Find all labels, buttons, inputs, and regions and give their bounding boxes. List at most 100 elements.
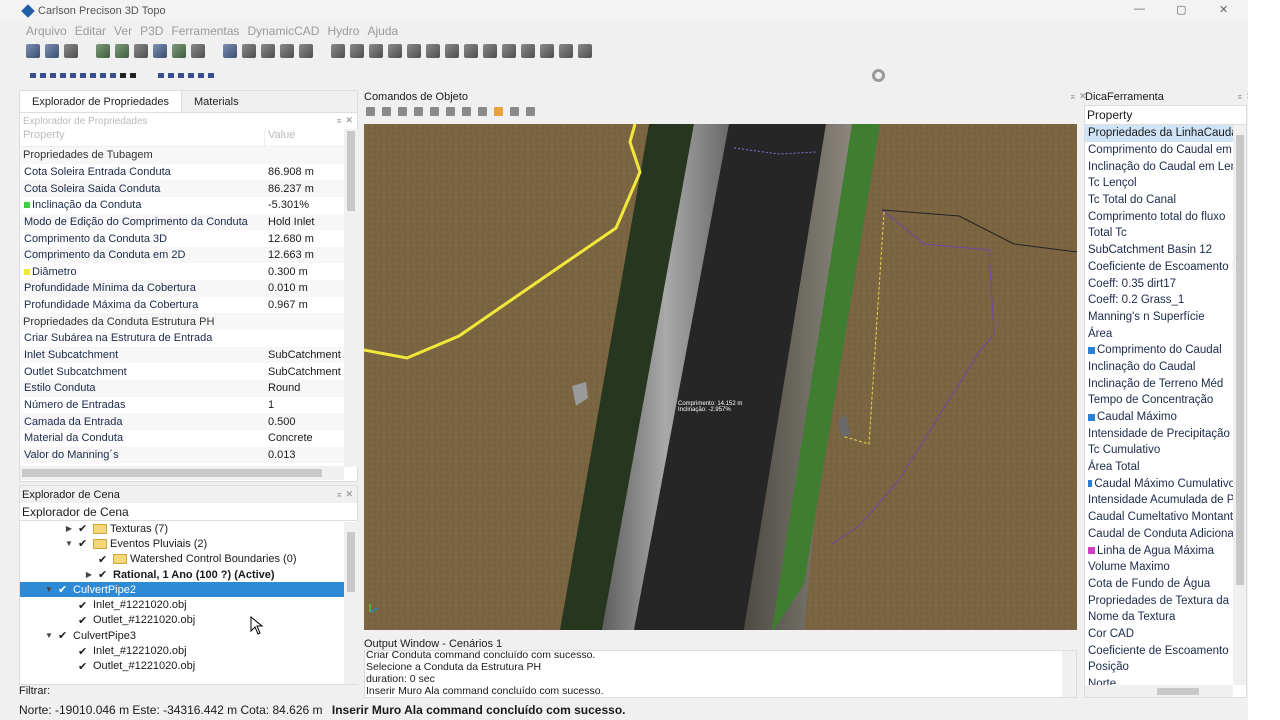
tooltip-property-row[interactable]: Nome da Textura (1085, 609, 1235, 626)
property-value[interactable]: Hold Inlet (263, 216, 341, 228)
tooltip-property-row[interactable]: Propriedades da LinhaCaudal (1085, 125, 1235, 142)
property-row[interactable]: Número de Entradas 1 (20, 397, 357, 414)
surface-edit-icon[interactable] (45, 44, 59, 58)
property-row[interactable]: Cota Soleira Entrada Conduta 86.908 m (20, 164, 357, 181)
expand-toggle-icon[interactable]: ▶ (64, 524, 74, 533)
maximize-button[interactable]: ▢ (1176, 3, 1186, 16)
property-horizontal-scrollbar[interactable] (20, 466, 344, 480)
snap-mid-icon[interactable] (50, 72, 56, 78)
expand-toggle-icon[interactable]: ▼ (44, 631, 54, 640)
tooltip-property-row[interactable]: Intensidade de Precipitação (1085, 425, 1235, 442)
expand-toggle-icon[interactable]: ▼ (44, 585, 54, 594)
visibility-checkbox[interactable]: ✔ (78, 537, 90, 550)
triangle-icon[interactable] (280, 44, 294, 58)
catchment-icon[interactable] (502, 44, 516, 58)
tooltip-property-row[interactable]: Coeficiente de Escoamento I (1085, 259, 1235, 276)
ortho-icon[interactable] (158, 72, 164, 78)
tooltip-property-row[interactable]: Tc Cumulativo (1085, 442, 1235, 459)
scene-tree-item[interactable]: ✔ Inlet_#1221020.obj (20, 643, 357, 658)
wingwall-icon[interactable] (445, 44, 459, 58)
property-value[interactable]: 0.500 (263, 416, 341, 428)
snap-intersect-icon[interactable] (70, 72, 76, 78)
view-tool-icon[interactable] (398, 106, 407, 116)
help-icon[interactable] (369, 44, 383, 58)
select-tool-icon[interactable] (366, 106, 375, 116)
tooltip-property-row[interactable]: Coeff: 0.2 Grass_1 (1085, 292, 1235, 309)
section-icon[interactable] (242, 44, 256, 58)
track-icon[interactable] (188, 72, 194, 78)
property-value[interactable]: -5.301% (263, 199, 341, 211)
property-row[interactable]: Comprimento da Conduta 3D 12.680 m (20, 230, 357, 247)
measure-icon[interactable] (191, 44, 205, 58)
snap-perp-icon[interactable] (80, 72, 86, 78)
tooltip-property-row[interactable]: Caudal Máximo Cumulativo (1085, 475, 1235, 492)
property-value[interactable]: 12.680 m (263, 233, 341, 245)
slope-icon[interactable] (115, 44, 129, 58)
scene-tree-item[interactable]: ▶ ✔ Texturas (7) (20, 521, 357, 536)
grid-icon[interactable] (153, 44, 167, 58)
tooltip-property-row[interactable]: Cota de Fundo de Água (1085, 576, 1235, 593)
tooltip-property-row[interactable]: Intensidade Acumulada de Pr (1085, 492, 1235, 509)
tooltip-vertical-scrollbar[interactable] (1233, 125, 1246, 685)
tooltip-property-row[interactable]: Tc Lençol (1085, 175, 1235, 192)
visibility-checkbox[interactable]: ✔ (58, 629, 70, 642)
close-button[interactable]: ✕ (1219, 3, 1228, 16)
tooltip-property-row[interactable]: Coeficiente de Escoamento (1085, 642, 1235, 659)
tooltip-property-row[interactable]: Volume Maximo (1085, 559, 1235, 576)
property-value[interactable]: 12.663 m (263, 249, 341, 261)
volume-icon[interactable] (261, 44, 275, 58)
expand-toggle-icon[interactable]: ▶ (84, 570, 94, 579)
minimize-button[interactable]: — (1134, 3, 1145, 15)
property-value[interactable]: SubCatchment (263, 349, 341, 361)
target-icon[interactable] (64, 44, 78, 58)
expand-toggle-icon[interactable]: ▼ (64, 539, 74, 548)
property-vertical-scrollbar[interactable] (344, 129, 358, 467)
profile-chart-icon[interactable] (223, 44, 237, 58)
property-row[interactable]: Profundidade Máxima da Cobertura 0.967 m (20, 297, 357, 314)
snap-near-icon[interactable] (90, 72, 96, 78)
export-icon[interactable] (578, 44, 592, 58)
menu-ajuda[interactable]: Ajuda (367, 24, 398, 38)
report-icon[interactable] (540, 44, 554, 58)
dyn-icon[interactable] (198, 72, 204, 78)
snap-end-icon[interactable] (40, 72, 46, 78)
property-value[interactable]: 86.908 m (263, 166, 341, 178)
property-row[interactable]: Modo de Edição do Comprimento da Conduta… (20, 213, 357, 231)
tooltip-horizontal-scrollbar[interactable] (1085, 685, 1233, 697)
snap-center-icon[interactable] (100, 72, 106, 78)
search-tool-icon[interactable] (526, 106, 535, 116)
orbit-tool-icon[interactable] (462, 106, 471, 116)
terrain-icon[interactable] (134, 44, 148, 58)
snap-tangent-icon[interactable] (110, 72, 116, 78)
property-value[interactable]: 0.967 m (263, 299, 341, 311)
visibility-checkbox[interactable]: ✔ (78, 645, 90, 658)
flow-icon[interactable] (483, 44, 497, 58)
snap-ext-icon[interactable] (130, 72, 136, 78)
scene-tree-item[interactable]: ▶ ✔ Rational, 1 Ano (100 ?) (Active) (20, 567, 357, 582)
surface-tool-icon[interactable] (26, 44, 40, 58)
polar-icon[interactable] (168, 72, 174, 78)
tab-materials[interactable]: Materials (182, 91, 251, 112)
scene-tree-item[interactable]: ▼ ✔ Eventos Pluviais (2) (20, 536, 357, 551)
property-row[interactable]: Diâmetro 0.300 m (20, 263, 357, 280)
menu-p3d[interactable]: P3D (140, 24, 163, 38)
property-row[interactable]: Inlet Subcatchment SubCatchment (20, 346, 357, 364)
snap-node-icon[interactable] (60, 72, 66, 78)
tooltip-property-row[interactable]: Área Total (1085, 459, 1235, 476)
pin-icon[interactable]: ⌅ ✕ (335, 489, 353, 500)
snap-quad-icon[interactable] (120, 72, 126, 78)
property-value[interactable]: 0.300 m (263, 266, 341, 278)
visibility-checkbox[interactable]: ✔ (98, 553, 110, 566)
settings-tool-icon[interactable] (510, 106, 519, 116)
property-value[interactable]: 1 (263, 399, 341, 411)
property-row[interactable]: Estilo Conduta Round (20, 379, 357, 397)
filter-input[interactable] (54, 685, 335, 697)
property-row[interactable]: Inclinação da Conduta -5.301% (20, 197, 357, 214)
output-scrollbar[interactable] (1062, 651, 1076, 697)
property-section-row[interactable]: Propriedades de Tubagem (20, 147, 357, 164)
lwt-icon[interactable] (208, 72, 214, 78)
property-section-row[interactable]: Propriedades da Conduta Estrutura PH (20, 313, 357, 331)
tooltip-property-row[interactable]: Comprimento do Caudal em (1085, 142, 1235, 159)
channel-icon[interactable] (464, 44, 478, 58)
outlet-icon[interactable] (407, 44, 421, 58)
